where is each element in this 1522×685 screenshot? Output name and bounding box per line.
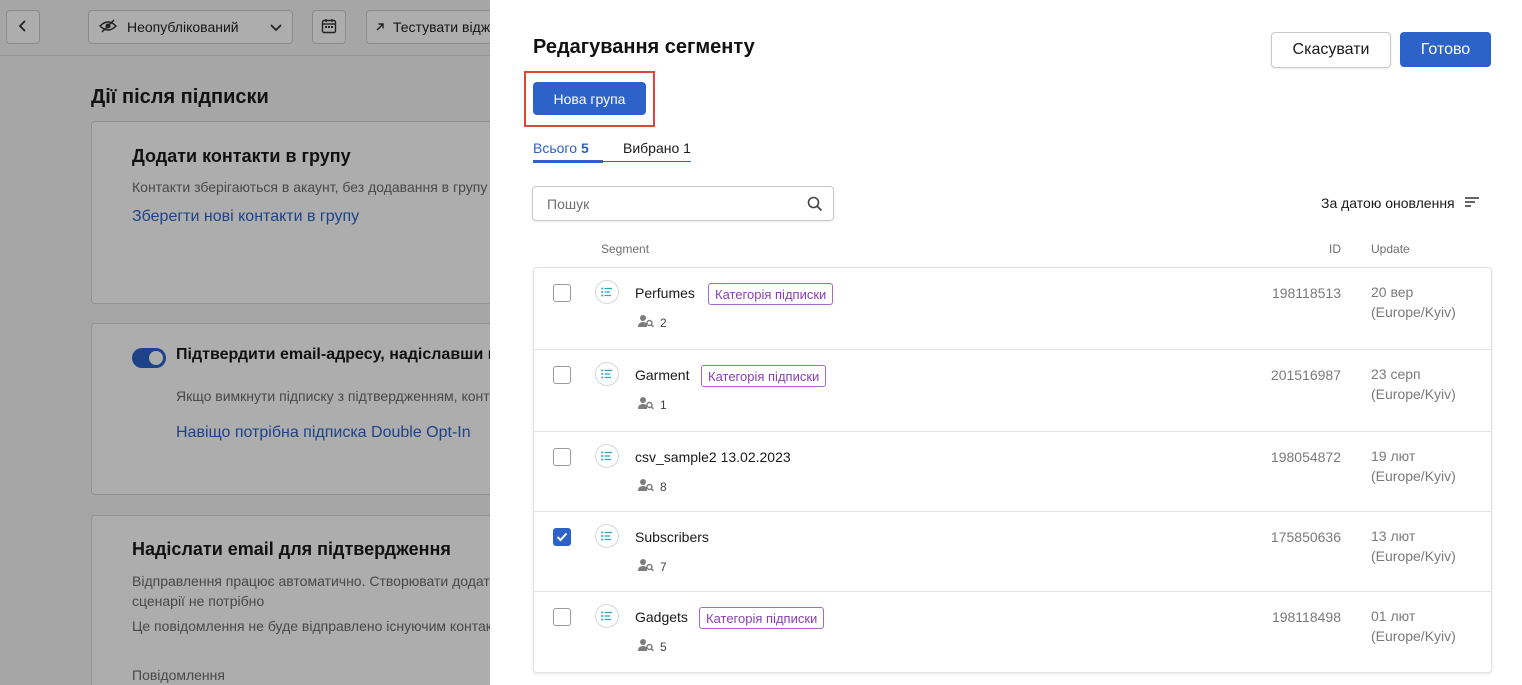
column-header-id: ID bbox=[1329, 242, 1341, 256]
contacts-count: 8 bbox=[638, 478, 667, 495]
date-value: 23 серп bbox=[1371, 366, 1421, 382]
user-search-icon bbox=[638, 558, 654, 575]
segment-id: 198118513 bbox=[1271, 285, 1341, 301]
table-row[interactable]: Gadgets Категорія підписки 5 198118498 01 лю… bbox=[534, 592, 1491, 672]
search-icon[interactable] bbox=[807, 196, 823, 217]
table-row[interactable]: Perfumes Категорія підписки 2 198118513 20 в… bbox=[534, 268, 1491, 350]
update-date: 20 вер (Europe/Kyiv) bbox=[1371, 282, 1456, 322]
checkmark-icon bbox=[556, 532, 568, 542]
category-badge: Категорія підписки bbox=[708, 283, 834, 305]
row-checkbox[interactable] bbox=[553, 448, 571, 466]
column-header-update: Update bbox=[1371, 242, 1410, 256]
contacts-count: 5 bbox=[638, 638, 667, 655]
update-date: 13 лют (Europe/Kyiv) bbox=[1371, 526, 1456, 566]
search-box bbox=[532, 186, 834, 221]
sort-dropdown[interactable]: За датою оновлення bbox=[1321, 195, 1479, 211]
segment-name[interactable]: csv_sample2 13.02.2023 bbox=[635, 449, 791, 465]
user-search-icon bbox=[638, 638, 654, 655]
segment-id: 198054872 bbox=[1270, 449, 1341, 465]
segment-list-icon bbox=[595, 444, 619, 468]
segment-name[interactable]: Perfumes bbox=[635, 285, 695, 301]
segment-list-icon bbox=[595, 524, 619, 548]
edit-segment-panel: Редагування сегменту Скасувати Готово Но… bbox=[490, 0, 1522, 685]
timezone-value: (Europe/Kyiv) bbox=[1371, 386, 1456, 402]
count-value: 8 bbox=[660, 479, 667, 494]
user-search-icon bbox=[638, 396, 654, 413]
timezone-value: (Europe/Kyiv) bbox=[1371, 304, 1456, 320]
tab-all-count: 5 bbox=[581, 140, 589, 156]
category-badge: Категорія підписки bbox=[701, 365, 827, 387]
done-button[interactable]: Готово bbox=[1400, 32, 1491, 67]
sort-icon bbox=[1464, 195, 1479, 211]
contacts-count: 7 bbox=[638, 558, 667, 575]
contacts-count: 2 bbox=[638, 314, 667, 331]
active-tab-indicator bbox=[533, 160, 603, 163]
segment-name[interactable]: Gadgets bbox=[635, 609, 688, 625]
segment-name[interactable]: Garment bbox=[635, 367, 689, 383]
timezone-value: (Europe/Kyiv) bbox=[1371, 468, 1456, 484]
new-group-button[interactable]: Нова група bbox=[533, 82, 646, 115]
category-badge: Категорія підписки bbox=[699, 607, 825, 629]
date-value: 13 лют bbox=[1371, 528, 1416, 544]
user-search-icon bbox=[638, 314, 654, 331]
count-value: 5 bbox=[660, 639, 667, 654]
segment-id: 175850636 bbox=[1270, 529, 1341, 545]
search-input[interactable] bbox=[533, 187, 803, 220]
date-value: 19 лют bbox=[1371, 448, 1416, 464]
table-row[interactable]: csv_sample2 13.02.2023 8 198054872 19 лют (E… bbox=[534, 432, 1491, 512]
modal-backdrop[interactable] bbox=[0, 0, 490, 685]
cancel-button[interactable]: Скасувати bbox=[1271, 32, 1391, 68]
row-checkbox[interactable] bbox=[553, 528, 571, 546]
row-checkbox[interactable] bbox=[553, 284, 571, 302]
update-date: 23 серп (Europe/Kyiv) bbox=[1371, 364, 1456, 404]
segment-list-icon bbox=[595, 362, 619, 386]
panel-title: Редагування сегменту bbox=[533, 36, 755, 58]
segment-name[interactable]: Subscribers bbox=[635, 529, 709, 545]
sort-label: За датою оновлення bbox=[1321, 195, 1455, 211]
row-checkbox[interactable] bbox=[553, 366, 571, 384]
table-row[interactable]: Garment Категорія підписки 1 201516987 23 се… bbox=[534, 350, 1491, 432]
segment-id: 201516987 bbox=[1270, 367, 1341, 383]
segment-tabs: Всього 5 Вибрано 1 bbox=[533, 138, 691, 163]
user-search-icon bbox=[638, 478, 654, 495]
tab-selected[interactable]: Вибрано 1 bbox=[623, 140, 691, 156]
update-date: 19 лют (Europe/Kyiv) bbox=[1371, 446, 1456, 486]
row-checkbox[interactable] bbox=[553, 608, 571, 626]
count-value: 7 bbox=[660, 559, 667, 574]
timezone-value: (Europe/Kyiv) bbox=[1371, 548, 1456, 564]
segment-list-icon bbox=[595, 280, 619, 304]
table-row[interactable]: Subscribers 7 175850636 13 лют (Europe/Kyiv) bbox=[534, 512, 1491, 592]
segment-table: Perfumes Категорія підписки 2 198118513 20 в… bbox=[533, 267, 1492, 673]
tab-all-label: Всього bbox=[533, 140, 578, 156]
segment-id: 198118498 bbox=[1271, 609, 1341, 625]
column-header-segment: Segment bbox=[601, 242, 650, 256]
date-value: 01 лют bbox=[1371, 608, 1416, 624]
segment-list-icon bbox=[595, 604, 619, 628]
date-value: 20 вер bbox=[1371, 284, 1414, 300]
count-value: 2 bbox=[660, 315, 667, 330]
timezone-value: (Europe/Kyiv) bbox=[1371, 628, 1456, 644]
update-date: 01 лют (Europe/Kyiv) bbox=[1371, 606, 1456, 646]
count-value: 1 bbox=[660, 397, 667, 412]
tab-all[interactable]: Всього 5 bbox=[533, 140, 589, 156]
contacts-count: 1 bbox=[638, 396, 667, 413]
